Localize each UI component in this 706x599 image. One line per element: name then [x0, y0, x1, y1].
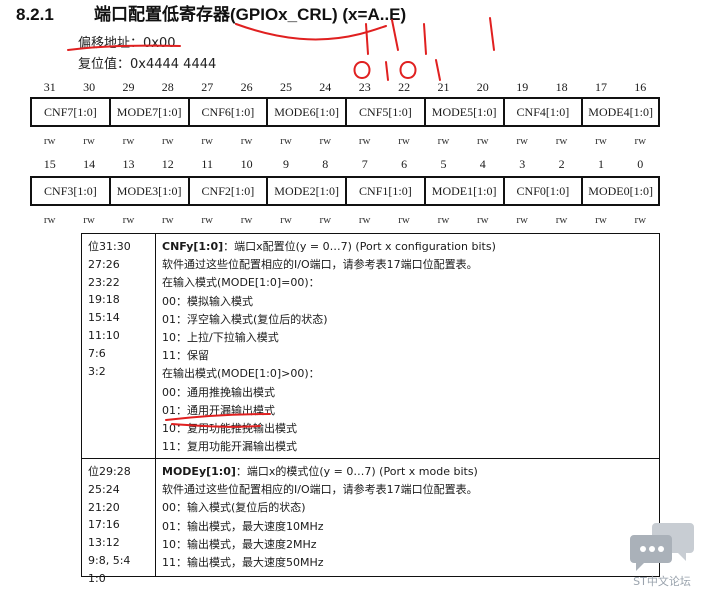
- tally-stroke: [385, 61, 389, 81]
- digit-zero-stroke: [353, 61, 371, 79]
- underline-stroke: [171, 423, 261, 428]
- tally-stroke: [489, 17, 495, 51]
- digit-zero-stroke: [399, 61, 417, 79]
- chat-bubbles-icon: [630, 521, 694, 573]
- tally-stroke: [423, 23, 427, 55]
- handwritten-annotations: [67, 17, 495, 428]
- tally-stroke: [391, 19, 399, 51]
- underline-stroke: [67, 44, 181, 51]
- tally-stroke: [435, 59, 441, 81]
- watermark-text: ST中文论坛: [633, 575, 691, 588]
- underline-stroke: [165, 413, 271, 421]
- watermark: ST中文论坛: [630, 521, 694, 589]
- tally-stroke: [365, 23, 369, 55]
- underline-stroke: [235, 23, 387, 41]
